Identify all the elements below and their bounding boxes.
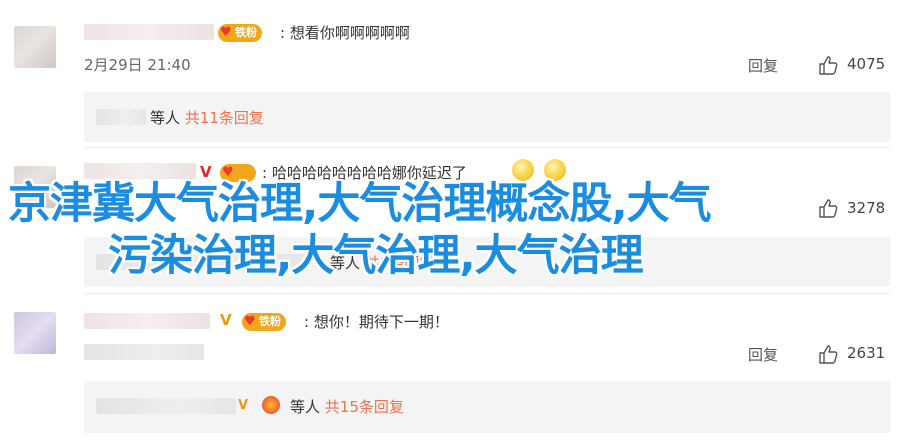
reply-summary: 等人 共15条回复: [290, 396, 404, 417]
reply-count-link[interactable]: 共15条回复: [325, 398, 404, 416]
divider: [84, 293, 890, 294]
reply-prefix: 等人: [150, 109, 181, 127]
avatar[interactable]: [14, 312, 56, 354]
username-blurred[interactable]: [84, 313, 210, 329]
reply-prefix: 等人: [290, 398, 321, 416]
emoji-icon: [544, 159, 566, 181]
fan-flame-icon: ♥: [222, 165, 234, 180]
fan-flame-icon: [262, 396, 280, 414]
comment-text: : 哈哈哈哈哈哈哈哈娜你延迟了: [262, 164, 467, 182]
reply-count-link[interactable]: 共11条回复: [185, 109, 264, 127]
reply-count-link[interactable]: 共3条回复: [365, 254, 435, 272]
comment-text: : 想看你啊啊啊啊啊: [280, 24, 410, 42]
emoji-icon: [512, 159, 534, 181]
fan-badge: ♥: [220, 164, 256, 182]
like-count: 2631: [847, 344, 886, 362]
timestamp: 2月29日 21:40: [84, 56, 191, 74]
comment-text: : 想你！期待下一期！: [304, 313, 449, 331]
thumbs-up-icon[interactable]: [817, 197, 839, 219]
reply-thread-box[interactable]: V 等人 共15条回复: [84, 381, 890, 433]
reply-summary: 等人 共11条回复: [150, 107, 264, 128]
divider: [84, 147, 890, 148]
reply-button[interactable]: 回复: [748, 55, 778, 76]
reply-username-blurred: [96, 109, 146, 125]
reply-summary: 等人 共3条回复: [330, 252, 434, 273]
like-count: 3278: [847, 199, 886, 217]
fan-badge: ♥ 铁粉: [218, 24, 262, 42]
thumbs-up-icon[interactable]: [817, 54, 839, 76]
fan-flame-icon: ♥: [244, 314, 256, 329]
reply-username-blurred: [96, 254, 306, 270]
reply-username-blurred: [96, 398, 236, 414]
reply-prefix: 等人: [330, 254, 361, 272]
reply-thread-box[interactable]: 等人 共11条回复: [84, 92, 890, 142]
reply-button[interactable]: 回复: [748, 344, 778, 365]
verified-v-icon: V: [238, 398, 249, 413]
avatar[interactable]: [14, 166, 56, 208]
verified-v-icon: V: [200, 163, 212, 181]
username-blurred[interactable]: [84, 24, 214, 40]
overlay-line-1: 京津冀大气治理,大气治理概念股,大气: [8, 179, 712, 229]
fan-flame-icon: ♥: [220, 25, 232, 40]
verified-v-icon: V: [220, 311, 232, 329]
thumbs-up-icon[interactable]: [817, 343, 839, 365]
like-count: 4075: [847, 55, 886, 73]
avatar[interactable]: [14, 26, 56, 68]
timestamp-blurred: [84, 344, 204, 360]
fan-badge: ♥ 铁粉: [242, 313, 286, 331]
reply-thread-box[interactable]: 等人 共3条回复: [84, 237, 890, 287]
username-blurred[interactable]: [84, 163, 196, 179]
